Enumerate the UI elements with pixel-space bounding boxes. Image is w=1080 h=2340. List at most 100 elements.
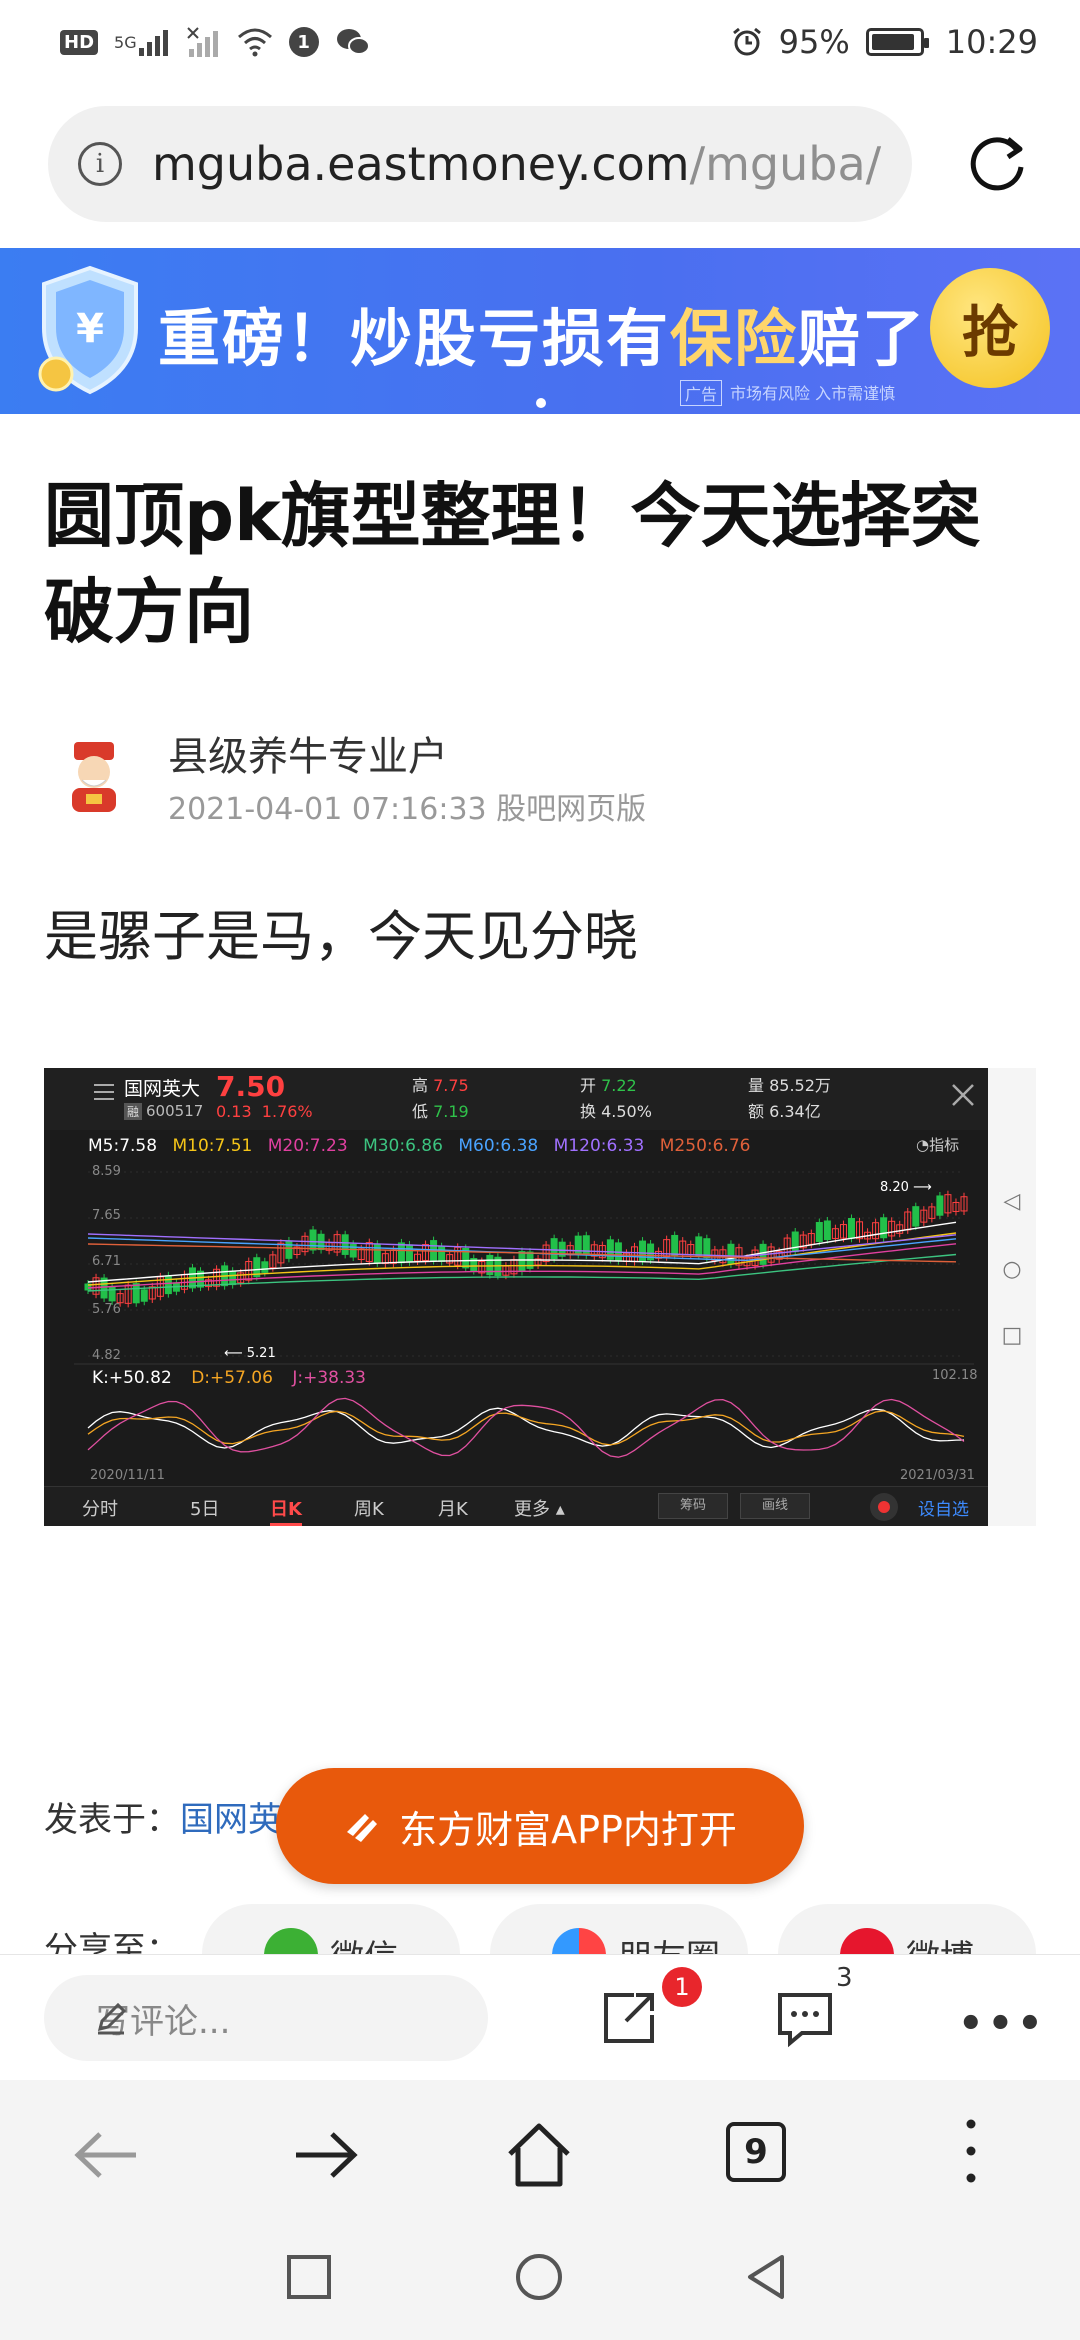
close-icon[interactable] bbox=[950, 1082, 976, 1108]
ma250: M250:6.76 bbox=[659, 1136, 751, 1156]
low-value: 7.19 bbox=[433, 1102, 469, 1121]
more-options-icon[interactable]: ••• bbox=[958, 2001, 1047, 2047]
candle-body bbox=[349, 1243, 357, 1258]
tab-monthly-k[interactable]: 月K bbox=[438, 1495, 468, 1521]
candle-body bbox=[550, 1238, 558, 1260]
hd-icon: HD bbox=[60, 29, 99, 55]
address-bar-row: i mguba.eastmoney.com/mguba/ar bbox=[48, 106, 1048, 222]
annotation-low: ⟵ 5.21 bbox=[224, 1346, 276, 1361]
info-icon[interactable]: i bbox=[78, 142, 122, 186]
stock-price: 7.50 bbox=[216, 1070, 286, 1103]
amount-label: 额 bbox=[748, 1102, 765, 1121]
side-home-icon[interactable]: ○ bbox=[1000, 1258, 1024, 1282]
ma-legend: M5:7.58 M10:7.51 M20:7.23 M30:6.86 M60:6… bbox=[88, 1136, 760, 1156]
tab-more[interactable]: 更多 ▴ bbox=[514, 1495, 565, 1521]
status-bar: HD 5G 1 95% 10:29 bbox=[0, 0, 1080, 84]
home-circle-icon[interactable] bbox=[514, 2252, 564, 2302]
annotation-high: 8.20 ⟶ bbox=[880, 1180, 932, 1195]
weibo-icon bbox=[840, 1928, 894, 1954]
network-type: 5G bbox=[114, 32, 137, 52]
y-label: 5.76 bbox=[92, 1302, 121, 1317]
tab-intraday[interactable]: 分时 bbox=[82, 1495, 118, 1521]
kdj-max-label: 102.18 bbox=[932, 1368, 978, 1383]
candle-body bbox=[518, 1251, 526, 1272]
avatar[interactable] bbox=[52, 734, 136, 818]
comment-input[interactable]: 写评论... bbox=[44, 1975, 488, 2061]
tabs-count-button[interactable]: 9 bbox=[726, 2122, 786, 2182]
address-bar[interactable]: i mguba.eastmoney.com/mguba/ar bbox=[48, 106, 912, 222]
y-label: 8.59 bbox=[92, 1164, 121, 1179]
draw-line-button[interactable]: 画线 bbox=[740, 1493, 810, 1519]
candle-body bbox=[823, 1220, 831, 1241]
candle-body bbox=[405, 1244, 413, 1263]
recent-apps-icon[interactable] bbox=[284, 2252, 334, 2302]
tab-weekly-k[interactable]: 周K bbox=[354, 1495, 384, 1521]
candle-body bbox=[582, 1235, 590, 1256]
browser-menu-icon[interactable] bbox=[966, 2118, 976, 2184]
kdj-legend: K:+50.82 D:+57.06 J:+38.33 bbox=[92, 1368, 380, 1388]
share-wechat-button[interactable]: 微信 bbox=[202, 1904, 460, 1954]
system-nav-bar bbox=[0, 2220, 1080, 2340]
add-watchlist-button[interactable]: 设自选 bbox=[918, 1495, 969, 1520]
stock-chart-image[interactable]: 国网英大 融 600517 7.50 0.13 1.76% 高 7.75 低 7.… bbox=[44, 1068, 988, 1526]
share-weibo-button[interactable]: 微博 bbox=[778, 1904, 1036, 1954]
candle-body bbox=[261, 1261, 269, 1273]
date-start: 2020/11/11 bbox=[90, 1468, 165, 1483]
back-arrow-icon[interactable] bbox=[72, 2120, 142, 2190]
open-label: 开 bbox=[580, 1076, 597, 1095]
share-label: 分享至： bbox=[44, 1930, 180, 1954]
candle-body bbox=[285, 1240, 293, 1259]
no-signal-icon bbox=[186, 27, 221, 57]
candle-body bbox=[309, 1229, 317, 1251]
alarm-icon bbox=[731, 26, 763, 58]
ad-tag: 广告 bbox=[680, 380, 723, 406]
ad-banner[interactable]: ¥ 重磅！炒股亏损有保险赔了 抢 广告 市场有风险 入市需谨慎 bbox=[0, 248, 1080, 414]
post-meta: 2021-04-01 07:16:33 股吧网页版 bbox=[168, 792, 647, 827]
volume-value: 85.52万 bbox=[769, 1076, 831, 1095]
candle-body bbox=[164, 1275, 172, 1295]
forward-arrow-icon[interactable] bbox=[290, 2120, 360, 2190]
chip-button[interactable]: 筹码 bbox=[658, 1493, 728, 1519]
ad-disclaimer: 广告 市场有风险 入市需谨慎 bbox=[680, 380, 895, 406]
side-recent-icon[interactable]: □ bbox=[1000, 1324, 1024, 1348]
ma60: M60:6.38 bbox=[458, 1136, 539, 1156]
wechat-icon bbox=[264, 1928, 318, 1954]
change-value: 0.13 bbox=[216, 1102, 252, 1121]
clock: 10:29 bbox=[945, 23, 1038, 61]
share-moments-button[interactable]: 朋友圈 bbox=[490, 1904, 748, 1954]
ad-pager-dot bbox=[536, 398, 546, 408]
ad-text-prefix: 重磅！炒股亏损有 bbox=[158, 302, 671, 375]
comment-count: 3 bbox=[836, 1963, 853, 1993]
ad-text-suffix: 赔了 bbox=[798, 302, 927, 375]
tab-daily-k[interactable]: 日K bbox=[270, 1495, 302, 1526]
tab-5day[interactable]: 5日 bbox=[190, 1495, 219, 1521]
candle-body bbox=[574, 1235, 582, 1255]
share-icon[interactable] bbox=[596, 1985, 662, 2051]
candle-body bbox=[229, 1270, 237, 1286]
side-back-icon[interactable]: ◁ bbox=[1000, 1190, 1024, 1214]
url-text[interactable]: mguba.eastmoney.com/mguba/ar bbox=[152, 137, 882, 191]
candle-body bbox=[912, 1206, 920, 1227]
open-in-app-label: 东方财富APP内打开 bbox=[399, 1807, 737, 1852]
ad-grab-button[interactable]: 抢 bbox=[930, 268, 1050, 388]
kdj-j: J:+38.33 bbox=[292, 1368, 366, 1388]
posted-in: 发表于：国网英 bbox=[44, 1792, 282, 1841]
home-icon[interactable] bbox=[504, 2120, 574, 2190]
back-triangle-icon[interactable] bbox=[742, 2252, 792, 2302]
low-label: 低 bbox=[412, 1102, 429, 1121]
comment-icon[interactable] bbox=[772, 1985, 838, 2051]
record-icon[interactable] bbox=[870, 1493, 898, 1521]
reload-icon[interactable] bbox=[964, 131, 1030, 197]
candle-body bbox=[639, 1240, 647, 1262]
candle-body bbox=[791, 1231, 799, 1253]
url-path: /mguba/ar bbox=[689, 137, 882, 191]
ad-disclaimer-text: 市场有风险 入市需谨慎 bbox=[730, 384, 896, 403]
open-in-app-button[interactable]: 东方财富APP内打开 bbox=[276, 1768, 804, 1884]
author-name[interactable]: 县级养牛专业户 bbox=[168, 724, 448, 782]
date-end: 2021/03/31 bbox=[900, 1468, 975, 1483]
indicator-toggle[interactable]: ◔指标 bbox=[916, 1134, 959, 1155]
posted-label: 发表于： bbox=[44, 1800, 180, 1840]
chart-period-tabs: 分时 5日 日K 周K 月K 更多 ▴ 筹码 画线 设自选 bbox=[44, 1486, 988, 1526]
posted-stock-link[interactable]: 国网英 bbox=[180, 1800, 282, 1840]
stock-code-value: 600517 bbox=[146, 1102, 204, 1120]
